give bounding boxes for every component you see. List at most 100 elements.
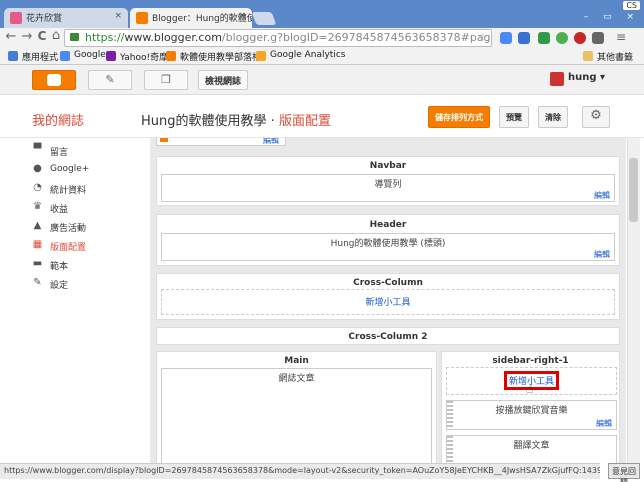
blogger-icon <box>166 51 176 61</box>
url-scheme: https:// <box>85 31 125 44</box>
campaign-icon: ▲ <box>33 220 42 231</box>
gadget-title: Hung的軟體使用教學 (標頭) <box>330 239 446 249</box>
trophy-icon: ♛ <box>33 201 42 212</box>
window-controls[interactable]: – ▭ × <box>584 12 640 22</box>
gear-icon[interactable]: ⚙ <box>582 106 610 128</box>
sidebar-item-template[interactable]: ▬ 範本 <box>32 258 68 272</box>
bookmark-blog[interactable]: 軟體使用教學部落格 <box>166 50 261 63</box>
cross-column-2-section: Cross-Column 2 <box>156 327 620 345</box>
menu-icon[interactable]: ≡ <box>616 30 626 44</box>
edit-link[interactable]: 編輯 <box>596 418 612 429</box>
pencil-icon: ✎ <box>105 73 115 86</box>
bookmark-yahoo[interactable]: Yahoo!奇摩 <box>106 50 168 63</box>
title-separator: · <box>270 114 275 129</box>
section-header: Header <box>369 220 407 230</box>
bookmark-google[interactable]: Google <box>60 50 106 61</box>
tab-blogger[interactable]: Blogger：Hung的軟體使 × <box>130 8 252 28</box>
extension-icon[interactable] <box>518 32 530 44</box>
layout-canvas: 編輯 Navbar 導覽列 編輯 Header Hung的軟體使用教學 (標頭)… <box>150 138 626 463</box>
music-gadget[interactable]: 按播放鍵欣賞音樂 編輯 <box>446 400 617 430</box>
status-bar-url: https://www.blogger.com/display?blogID=2… <box>0 463 600 479</box>
edit-link[interactable]: 編輯 <box>594 190 610 201</box>
blogger-home-button[interactable] <box>32 70 76 90</box>
bookmark-other[interactable]: 其他書籤 <box>583 50 633 63</box>
blog-title: Hung的軟體使用教學 <box>141 114 267 129</box>
sidebar-item-stats[interactable]: ◔ 統計資料 <box>32 182 86 196</box>
comment-icon: ▀ <box>33 144 42 155</box>
url-path: /blogger.g?blogID=2697845874563658378#pa… <box>221 31 491 44</box>
layout-icon: ▦ <box>32 239 43 250</box>
drag-handle[interactable] <box>447 401 453 429</box>
analytics-icon <box>256 51 266 61</box>
header-section: Header Hung的軟體使用教學 (標頭) 編輯 <box>156 214 620 266</box>
account-menu[interactable]: hung ▾ <box>550 72 605 86</box>
url-host: www.blogger.com <box>124 31 222 44</box>
section-header: Main <box>284 356 309 366</box>
star-icon[interactable]: ☆ <box>478 31 488 44</box>
feedback-button[interactable]: 意見回饋 <box>608 463 640 482</box>
clear-button[interactable]: 清除 <box>538 106 568 128</box>
preview-button[interactable]: 預覽 <box>499 106 529 128</box>
folder-icon <box>583 51 593 61</box>
section-header: sidebar-right-1 <box>492 356 569 366</box>
extension-icon[interactable] <box>556 32 568 44</box>
close-tab-icon[interactable]: × <box>114 11 122 21</box>
sidebar-item-campaigns[interactable]: ▲ 廣告活動 <box>32 220 86 234</box>
section-title: 版面配置 <box>278 114 331 129</box>
forward-icon[interactable]: → <box>20 29 34 44</box>
section-header: Navbar <box>369 161 407 171</box>
gadget-title: 網誌文章 <box>278 374 315 384</box>
reload-icon[interactable]: C <box>35 29 49 43</box>
sidebar-item-earnings[interactable]: ♛ 收益 <box>32 201 68 215</box>
address-bar[interactable]: https://www.blogger.com/blogger.g?blogID… <box>64 29 492 47</box>
translate-extension-icon[interactable] <box>500 32 512 44</box>
translate-gadget[interactable]: 翻譯文章 <box>446 435 617 463</box>
lock-icon <box>70 33 79 41</box>
view-blog-button[interactable]: 檢視網誌 <box>198 70 248 90</box>
extension-icon[interactable] <box>538 32 550 44</box>
sidebar-right-section: sidebar-right-1 新增小工具 ☝ 按播放鍵欣賞音樂 編輯 翻譯文章 <box>441 351 620 463</box>
gadget-title: 翻譯文章 <box>513 441 550 451</box>
pie-chart-icon: ◔ <box>33 182 42 193</box>
sidebar-item-settings[interactable]: ✎ 設定 <box>32 277 68 291</box>
header-gadget[interactable]: Hung的軟體使用教學 (標頭) 編輯 <box>161 233 615 261</box>
hand-cursor-icon: ☝ <box>526 382 534 396</box>
window-user-badge: CS <box>623 1 640 10</box>
edit-link[interactable]: 編輯 <box>594 249 610 260</box>
close-tab-icon[interactable]: × <box>238 11 246 21</box>
back-icon[interactable]: ← <box>4 29 18 44</box>
avatar <box>550 72 564 86</box>
bookmark-apps[interactable]: 應用程式 <box>8 50 58 63</box>
save-arrangement-button[interactable]: 儲存排列方式 <box>428 106 490 128</box>
extension-icon[interactable] <box>574 32 586 44</box>
bookmark-analytics[interactable]: Google Analytics <box>256 50 345 61</box>
extension-icon[interactable] <box>592 32 604 44</box>
my-blogs-link[interactable]: 我的網誌 <box>32 110 84 129</box>
pages-icon: ❐ <box>161 73 171 86</box>
flower-favicon-icon <box>10 12 22 24</box>
new-tab-button[interactable] <box>251 12 277 25</box>
add-gadget-link[interactable]: 新增小工具 <box>161 289 615 315</box>
drag-handle[interactable] <box>447 436 453 463</box>
sidebar-item-comments[interactable]: ▀ 留言 <box>32 144 68 158</box>
tab-flowers[interactable]: 花卉欣賞 × <box>4 8 128 28</box>
blog-posts-gadget[interactable]: 網誌文章 <box>161 368 432 463</box>
section-header: Cross-Column <box>353 278 423 288</box>
tab-title: 花卉欣賞 <box>26 14 63 24</box>
yahoo-icon <box>106 51 116 61</box>
apps-icon <box>8 51 18 61</box>
home-icon[interactable]: ⌂ <box>49 28 63 43</box>
posts-list-button[interactable]: ❐ <box>144 70 188 90</box>
scrollbar-thumb[interactable] <box>629 158 638 222</box>
sidebar-item-layout[interactable]: ▦ 版面配置 <box>32 239 86 253</box>
gadget-title: 按播放鍵欣賞音樂 <box>495 406 568 416</box>
new-post-button[interactable]: ✎ <box>88 70 132 90</box>
tab-title: Blogger：Hung的軟體使 <box>152 14 252 24</box>
cross-column-section: Cross-Column 新增小工具 <box>156 273 620 320</box>
navbar-gadget[interactable]: 導覽列 編輯 <box>161 174 615 202</box>
google-icon <box>60 51 70 61</box>
template-icon: ▬ <box>32 258 43 269</box>
sidebar-item-googleplus[interactable]: ● Google+ <box>32 163 89 174</box>
edit-link[interactable]: 編輯 <box>263 138 279 146</box>
blogger-favicon-icon <box>136 12 148 24</box>
